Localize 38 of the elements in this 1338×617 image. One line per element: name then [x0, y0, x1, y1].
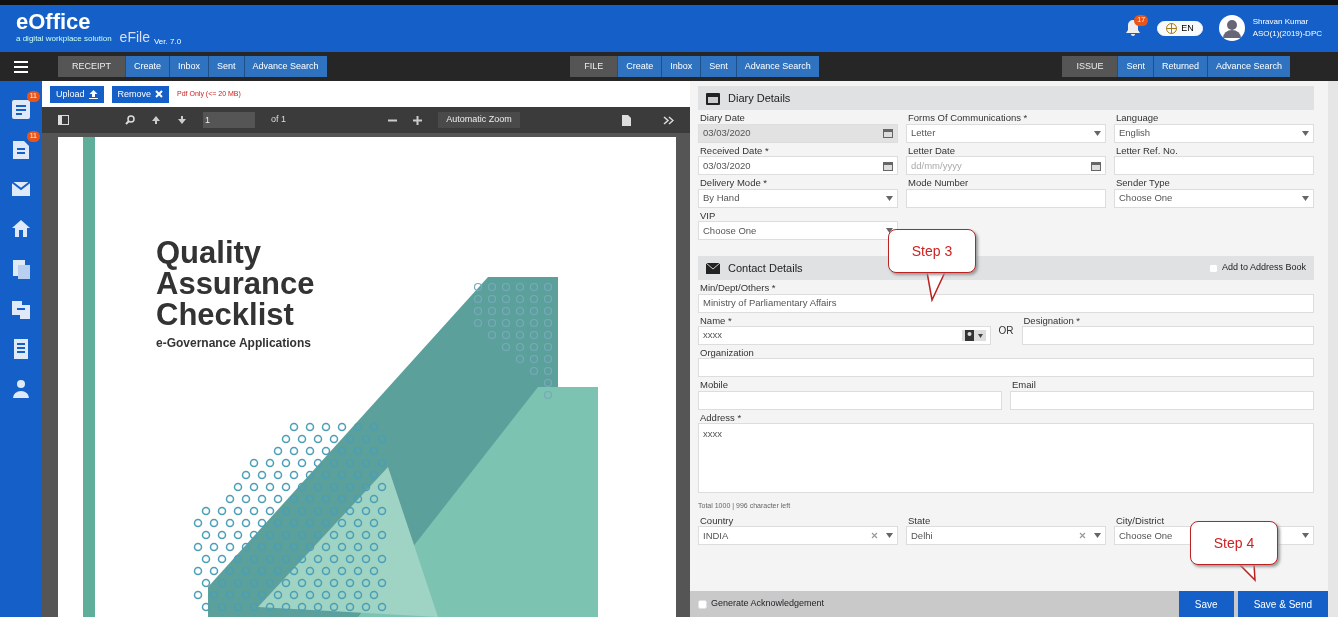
field-label: Forms Of Communications * [907, 113, 1029, 124]
field-label: Organization [699, 348, 755, 359]
or-label: OR [998, 323, 1014, 338]
user-id: ASO(1)(2019)-DPC [1252, 28, 1322, 41]
field-label: Email [1011, 380, 1037, 391]
field-label: Sender Type [1115, 178, 1171, 189]
nav-group-label: RECEIPT [58, 55, 125, 78]
nav-group-label: FILE [570, 55, 618, 78]
nav-group-label: ISSUE [1062, 55, 1118, 78]
section-title: Diary Details [728, 91, 791, 107]
step-tooltip: Step 3 [888, 229, 976, 274]
field-label: Delivery Mode * [699, 178, 769, 189]
page-count: of 1 [271, 113, 286, 127]
app-name: eFile [119, 27, 150, 47]
user-name: Shravan Kumar [1252, 16, 1310, 29]
field-label: Designation * [1022, 315, 1081, 326]
field-label: Min/Dept/Others * [699, 283, 777, 294]
section-title: Contact Details [728, 260, 804, 276]
field-label: Address * [699, 412, 743, 424]
step-tooltip: Step 4 [1190, 521, 1278, 566]
field-label: Letter Ref. No. [1115, 145, 1179, 157]
field-label: Mode Number [907, 178, 970, 189]
document-title-line: Checklist [156, 299, 295, 330]
field-label: Diary Date [699, 113, 746, 124]
app-logo: eOffice [16, 11, 92, 34]
field-label: Received Date * [699, 145, 770, 157]
field-label: City/District [1115, 515, 1166, 527]
field-label: Mobile [699, 380, 729, 391]
field-label: Country [699, 515, 735, 527]
app-version: Ver. 7.0 [153, 35, 182, 48]
logo-tagline: a digital workplace solution [16, 33, 112, 46]
document-title-line: Quality [156, 237, 263, 268]
document-subtitle: e-Governance Applications [156, 335, 312, 352]
field-label: State [907, 515, 932, 527]
field-label: Name * [699, 315, 733, 326]
field-label: Language [1115, 113, 1160, 124]
field-label: Letter Date [907, 145, 956, 157]
field-label: VIP [699, 210, 717, 222]
